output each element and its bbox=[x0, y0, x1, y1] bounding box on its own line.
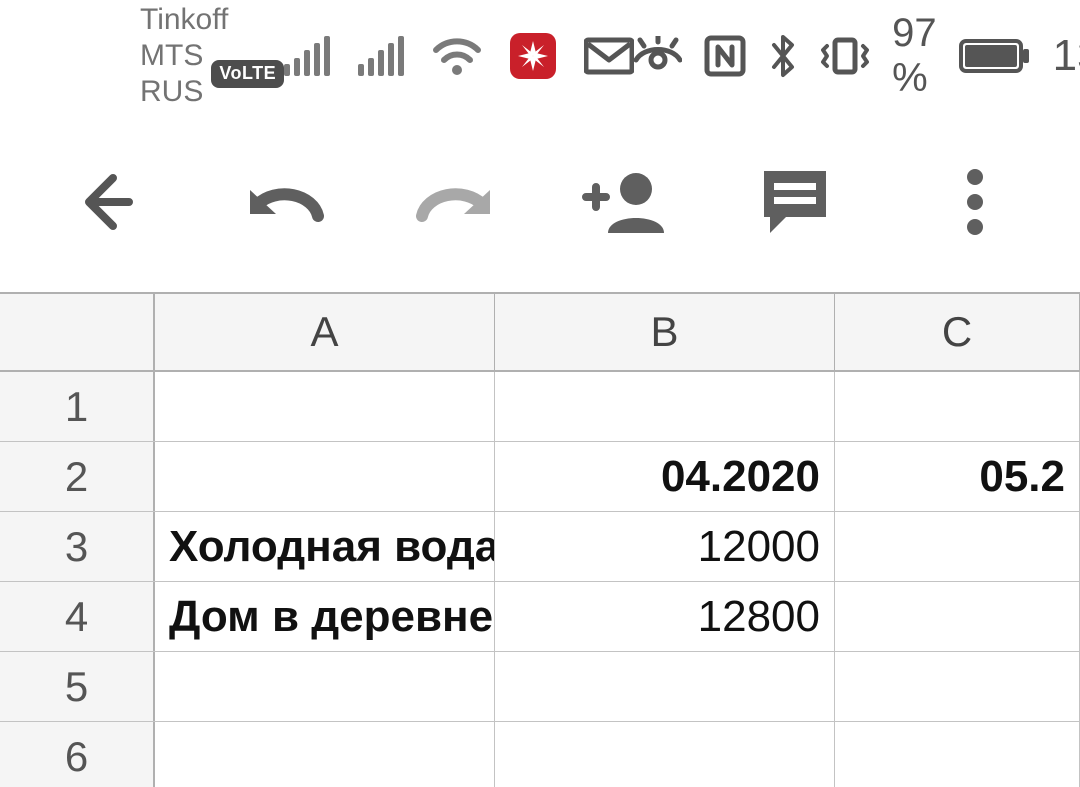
nfc-icon bbox=[704, 35, 746, 77]
col-header-c[interactable]: C bbox=[835, 294, 1080, 370]
huawei-app-icon bbox=[510, 33, 556, 79]
eye-icon bbox=[634, 36, 682, 76]
corner-cell[interactable] bbox=[0, 294, 155, 370]
add-collaborator-button[interactable] bbox=[580, 157, 670, 247]
row-number[interactable]: 6 bbox=[0, 722, 155, 787]
col-header-b[interactable]: B bbox=[495, 294, 835, 370]
back-button[interactable] bbox=[60, 157, 150, 247]
table-row: 5 bbox=[0, 652, 1080, 722]
cell[interactable] bbox=[495, 652, 835, 721]
cell[interactable] bbox=[835, 582, 1080, 651]
battery-percent: 97 % bbox=[892, 11, 937, 101]
cell[interactable] bbox=[835, 652, 1080, 721]
toolbar bbox=[0, 112, 1080, 292]
status-center-icons bbox=[284, 33, 634, 79]
row-number[interactable]: 3 bbox=[0, 512, 155, 581]
cell[interactable] bbox=[495, 722, 835, 787]
carrier1: Tinkoff bbox=[140, 2, 284, 38]
volte-badge: VoLTE bbox=[211, 60, 284, 88]
signal1-icon bbox=[284, 36, 330, 76]
cell[interactable] bbox=[495, 372, 835, 441]
mail-icon bbox=[584, 36, 634, 76]
wifi-icon bbox=[432, 34, 482, 78]
carrier-block: Tinkoff MTS RUS VoLTE bbox=[140, 2, 284, 110]
table-row: 4 Дом в деревне 12800 bbox=[0, 582, 1080, 652]
cell[interactable] bbox=[835, 512, 1080, 581]
row-number[interactable]: 1 bbox=[0, 372, 155, 441]
table-row: 1 bbox=[0, 372, 1080, 442]
cell[interactable] bbox=[155, 442, 495, 511]
status-bar: Tinkoff MTS RUS VoLTE bbox=[0, 0, 1080, 112]
row-number[interactable]: 5 bbox=[0, 652, 155, 721]
signal2-icon bbox=[358, 36, 404, 76]
cell[interactable]: 12800 bbox=[495, 582, 835, 651]
status-right: 97 % 13:25 bbox=[634, 11, 1080, 101]
table-row: 2 04.2020 05.2 bbox=[0, 442, 1080, 512]
table-row: 3 Холодная вода 12000 bbox=[0, 512, 1080, 582]
col-header-a[interactable]: A bbox=[155, 294, 495, 370]
clock-time: 13:25 bbox=[1053, 31, 1080, 81]
cell[interactable]: 05.2 bbox=[835, 442, 1080, 511]
cell[interactable] bbox=[835, 372, 1080, 441]
carrier2: MTS RUS bbox=[140, 38, 203, 110]
column-headers: A B C bbox=[0, 292, 1080, 372]
cell[interactable] bbox=[155, 372, 495, 441]
row-number[interactable]: 4 bbox=[0, 582, 155, 651]
cell[interactable] bbox=[155, 722, 495, 787]
bluetooth-icon bbox=[768, 33, 798, 79]
table-row: 6 bbox=[0, 722, 1080, 787]
row-number[interactable]: 2 bbox=[0, 442, 155, 511]
vibrate-icon bbox=[820, 34, 870, 78]
cell[interactable]: 12000 bbox=[495, 512, 835, 581]
cell[interactable]: 04.2020 bbox=[495, 442, 835, 511]
cell[interactable] bbox=[835, 722, 1080, 787]
cell[interactable]: Дом в деревне bbox=[155, 582, 495, 651]
cell[interactable]: Холодная вода bbox=[155, 512, 495, 581]
redo-button[interactable] bbox=[410, 157, 500, 247]
undo-button[interactable] bbox=[240, 157, 330, 247]
comment-button[interactable] bbox=[750, 157, 840, 247]
more-menu-button[interactable] bbox=[930, 157, 1020, 247]
cell[interactable] bbox=[155, 652, 495, 721]
spreadsheet-grid: 1 2 04.2020 05.2 3 Холодная вода 12000 4… bbox=[0, 372, 1080, 787]
battery-icon bbox=[959, 37, 1031, 75]
